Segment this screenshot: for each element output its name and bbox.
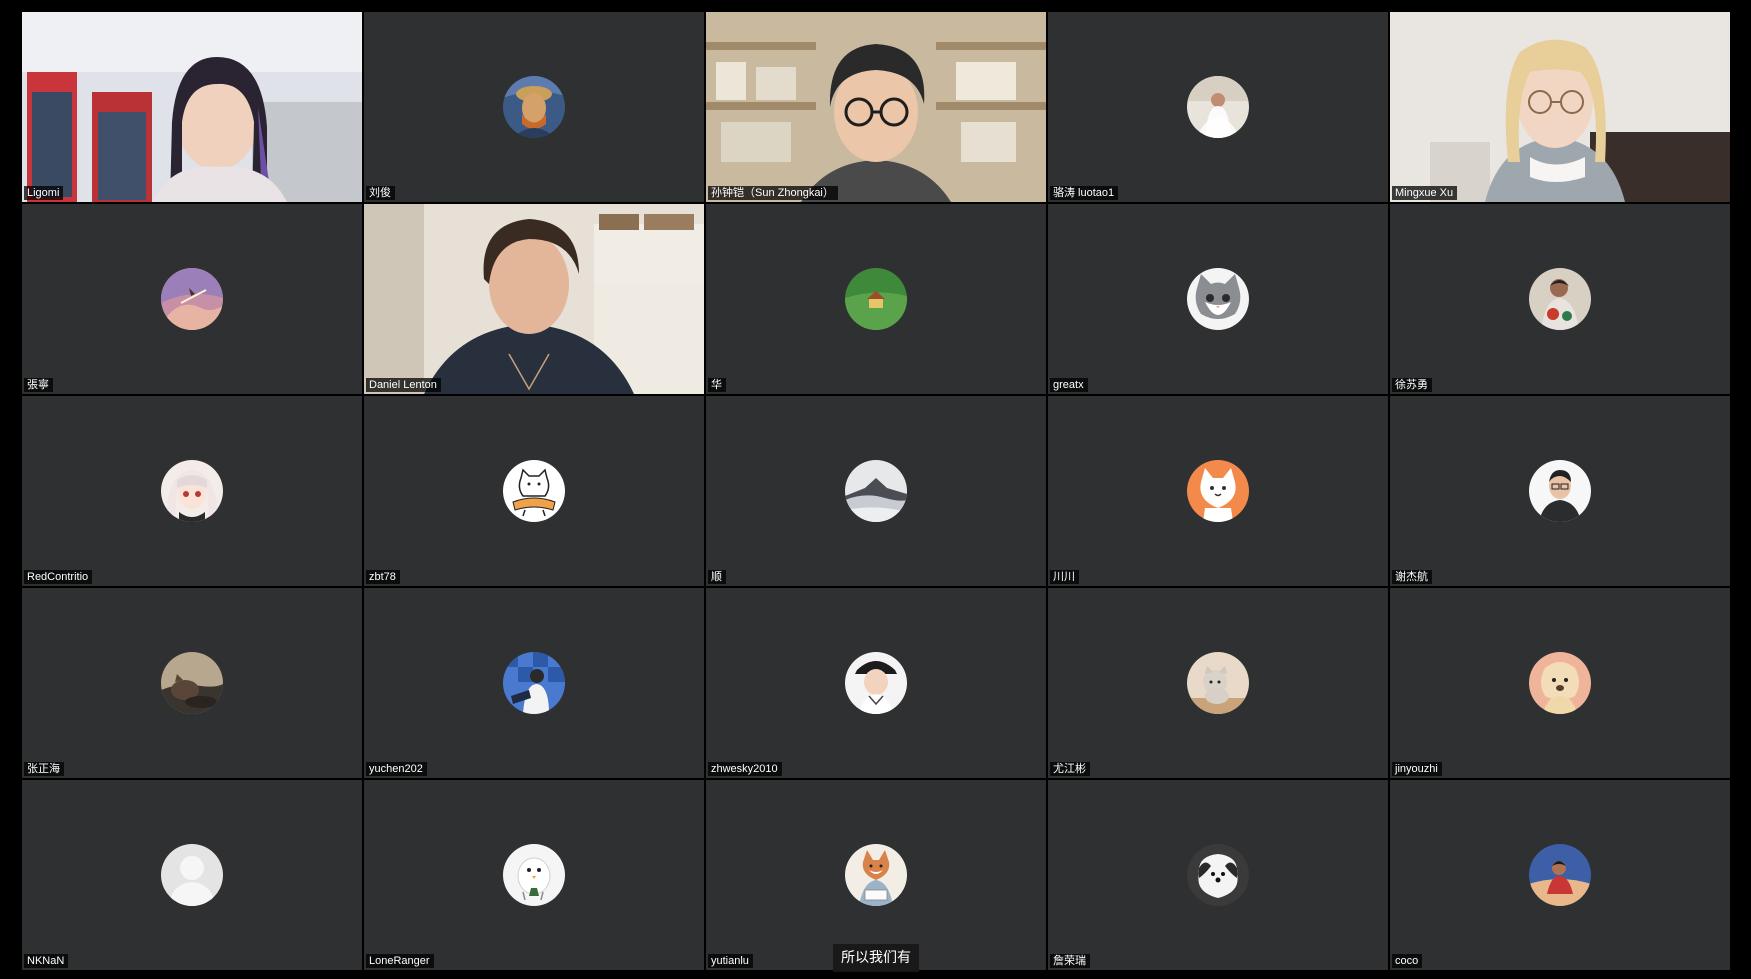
- participant-name: LoneRanger: [366, 954, 434, 968]
- participant-tile[interactable]: 詹荣瑞: [1048, 780, 1388, 970]
- video-feed: [364, 204, 704, 394]
- avatar: [1529, 652, 1591, 714]
- participant-grid: Ligomi 刘俊 孙钟铠（Sun Zhongkai） 骆涛 luotao1 M…: [22, 12, 1730, 970]
- avatar: [503, 844, 565, 906]
- video-feed: [1390, 12, 1730, 202]
- avatar: [1187, 76, 1249, 138]
- participant-name: Ligomi: [24, 186, 64, 200]
- video-feed: [706, 12, 1046, 202]
- avatar: [1529, 268, 1591, 330]
- participant-tile[interactable]: coco: [1390, 780, 1730, 970]
- avatar: [845, 652, 907, 714]
- participant-tile[interactable]: greatx: [1048, 204, 1388, 394]
- participant-tile[interactable]: zhwesky2010: [706, 588, 1046, 778]
- participant-tile[interactable]: 张正海: [22, 588, 362, 778]
- participant-tile[interactable]: 刘俊: [364, 12, 704, 202]
- avatar: [1187, 652, 1249, 714]
- participant-tile[interactable]: yutianlu: [706, 780, 1046, 970]
- participant-tile[interactable]: Ligomi: [22, 12, 362, 202]
- participant-name: greatx: [1050, 378, 1088, 392]
- participant-name: yutianlu: [708, 954, 753, 968]
- live-caption: 所以我们有: [833, 944, 919, 972]
- participant-tile[interactable]: yuchen202: [364, 588, 704, 778]
- participant-name: jinyouzhi: [1392, 762, 1442, 776]
- participant-name: NKNaN: [24, 954, 69, 968]
- participant-tile[interactable]: 骆涛 luotao1: [1048, 12, 1388, 202]
- participant-name: 徐苏勇: [1392, 378, 1432, 392]
- participant-name: Mingxue Xu: [1392, 186, 1458, 200]
- participant-tile[interactable]: zbt78: [364, 396, 704, 586]
- avatar: [503, 460, 565, 522]
- participant-tile[interactable]: 孙钟铠（Sun Zhongkai）: [706, 12, 1046, 202]
- participant-name: 尤江彬: [1050, 762, 1090, 776]
- participant-tile[interactable]: Mingxue Xu: [1390, 12, 1730, 202]
- participant-tile[interactable]: 徐苏勇: [1390, 204, 1730, 394]
- participant-name: 刘俊: [366, 186, 395, 200]
- participant-tile[interactable]: 顺: [706, 396, 1046, 586]
- avatar: [161, 460, 223, 522]
- avatar: [161, 268, 223, 330]
- avatar: [503, 652, 565, 714]
- participant-tile[interactable]: jinyouzhi: [1390, 588, 1730, 778]
- participant-tile[interactable]: 張寧: [22, 204, 362, 394]
- participant-name: 詹荣瑞: [1050, 954, 1090, 968]
- participant-name: RedContritio: [24, 570, 93, 584]
- participant-tile[interactable]: 川川: [1048, 396, 1388, 586]
- avatar: [1187, 268, 1249, 330]
- participant-name: coco: [1392, 954, 1423, 968]
- participant-tile-active-speaker[interactable]: Daniel Lenton: [364, 204, 704, 394]
- participant-name: zhwesky2010: [708, 762, 782, 776]
- participant-name: 川川: [1050, 570, 1079, 584]
- participant-name: zbt78: [366, 570, 400, 584]
- participant-tile[interactable]: NKNaN: [22, 780, 362, 970]
- avatar: [1187, 844, 1249, 906]
- participant-tile[interactable]: 谢杰航: [1390, 396, 1730, 586]
- participant-tile[interactable]: 尤江彬: [1048, 588, 1388, 778]
- video-feed: [22, 12, 362, 202]
- avatar: [1529, 844, 1591, 906]
- avatar: [845, 844, 907, 906]
- participant-name: 顺: [708, 570, 726, 584]
- participant-name: 谢杰航: [1392, 570, 1432, 584]
- avatar: [1529, 460, 1591, 522]
- avatar: [1187, 460, 1249, 522]
- participant-name: 骆涛 luotao1: [1050, 186, 1119, 200]
- avatar: [503, 76, 565, 138]
- participant-name: Daniel Lenton: [366, 378, 441, 392]
- participant-name: 張寧: [24, 378, 53, 392]
- participant-name: 华: [708, 378, 726, 392]
- avatar: [161, 844, 223, 906]
- participant-name: 张正海: [24, 762, 64, 776]
- participant-tile[interactable]: 华: [706, 204, 1046, 394]
- participant-tile[interactable]: LoneRanger: [364, 780, 704, 970]
- participant-name: yuchen202: [366, 762, 427, 776]
- participant-tile[interactable]: RedContritio: [22, 396, 362, 586]
- avatar: [845, 460, 907, 522]
- avatar: [845, 268, 907, 330]
- participant-name: 孙钟铠（Sun Zhongkai）: [708, 186, 838, 200]
- avatar: [161, 652, 223, 714]
